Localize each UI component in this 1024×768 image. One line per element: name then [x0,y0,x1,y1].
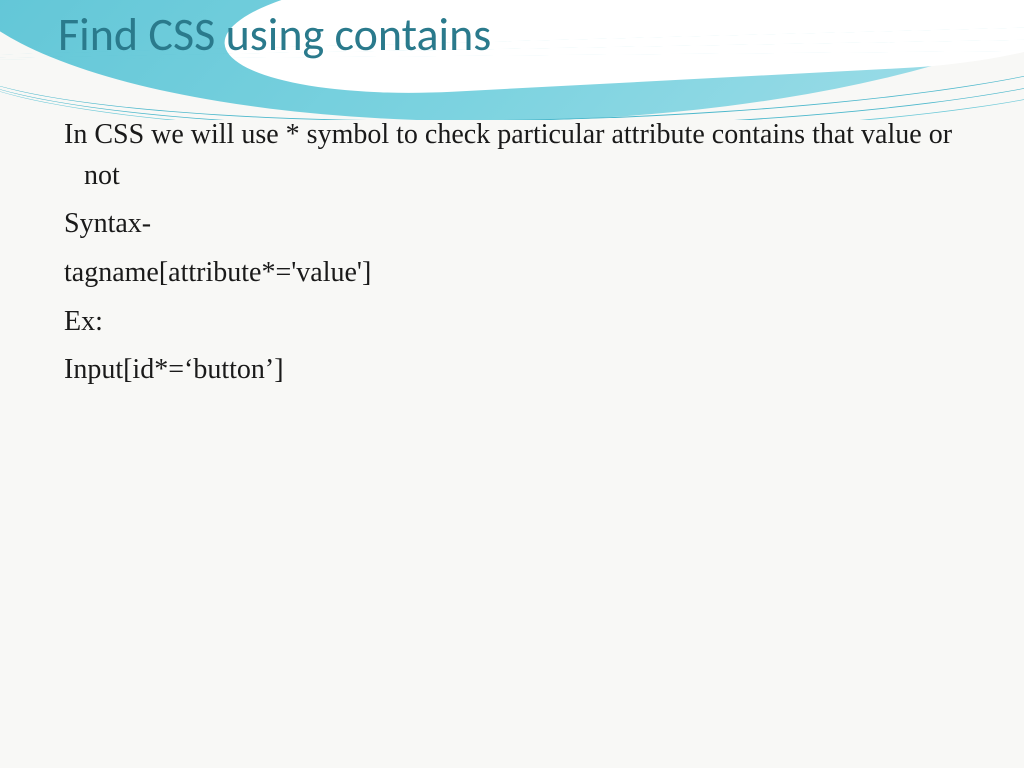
body-paragraph-1: In CSS we will use * symbol to check par… [64,115,964,196]
body-paragraph-3: tagname[attribute*='value'] [64,253,964,294]
body-paragraph-5: Input[id*=‘button’] [64,350,964,391]
body-paragraph-4: Ex: [64,302,964,343]
body-paragraph-2: Syntax- [64,204,964,245]
slide-title: Find CSS using contains [0,0,1024,63]
slide-body: In CSS we will use * symbol to check par… [0,63,1024,391]
